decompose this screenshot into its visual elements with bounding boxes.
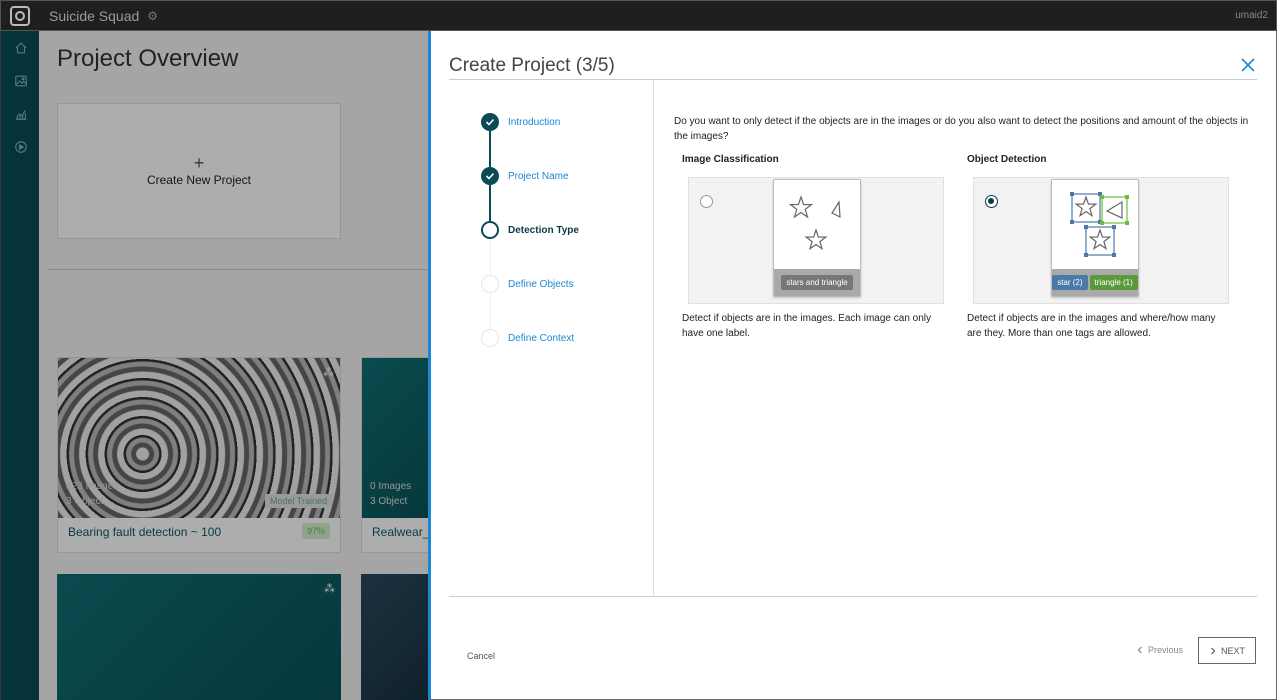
app-title: Suicide Squad — [49, 7, 140, 24]
app-logo-icon[interactable] — [10, 5, 30, 26]
previous-button[interactable]: Previous — [1136, 645, 1183, 655]
chevron-right-icon — [1211, 647, 1216, 654]
step-define-objects[interactable]: Define Objects — [481, 275, 574, 293]
object-detection-option[interactable]: star (2) triangle (1) — [973, 177, 1229, 304]
step-detection-type[interactable]: Detection Type — [481, 221, 579, 239]
dialog-title: Create Project (3/5) — [449, 55, 615, 76]
image-classification-option[interactable]: stars and triangle — [688, 177, 944, 304]
next-label: NEXT — [1220, 645, 1245, 656]
step-connector — [489, 185, 491, 221]
cancel-button[interactable]: Cancel — [467, 651, 495, 661]
step-define-context[interactable]: Define Context — [481, 329, 574, 347]
star-icon — [1074, 195, 1098, 218]
example-thumbnail: stars and triangle — [773, 179, 861, 297]
top-bar: Suicide Squad ⚙ umaid2 — [0, 0, 1277, 31]
radio-button[interactable] — [700, 195, 713, 208]
modal-backdrop[interactable] — [0, 31, 428, 700]
step-connector — [489, 131, 491, 167]
pending-step-indicator — [481, 329, 499, 347]
tag-label: stars and triangle — [781, 275, 853, 290]
triangle-icon — [831, 200, 841, 219]
step-label: Project Name — [508, 170, 569, 182]
step-project-name[interactable]: Project Name — [481, 167, 569, 185]
step-connector — [490, 293, 491, 329]
divider — [449, 79, 1257, 80]
example-thumbnail: star (2) triangle (1) — [1051, 179, 1139, 297]
star-icon — [804, 228, 828, 251]
check-icon — [481, 167, 499, 185]
tag-row: stars and triangle — [774, 269, 860, 296]
current-step-indicator — [481, 221, 499, 239]
step-label: Detection Type — [508, 224, 579, 236]
chevron-left-icon — [1137, 646, 1142, 654]
check-icon — [481, 113, 499, 131]
star-icon — [788, 195, 814, 219]
pending-step-indicator — [481, 275, 499, 293]
step-introduction[interactable]: Introduction — [481, 113, 560, 131]
triangle-icon — [1105, 200, 1123, 219]
option-title: Image Classification — [682, 154, 779, 165]
step-connector — [490, 239, 491, 275]
tag-label: triangle (1) — [1089, 275, 1138, 290]
close-icon[interactable] — [1240, 57, 1256, 73]
option-description: Detect if objects are in the images. Eac… — [682, 313, 932, 339]
next-button[interactable]: NEXT — [1198, 637, 1256, 664]
step-label: Introduction — [508, 116, 561, 128]
star-icon — [1088, 228, 1112, 251]
option-title: Object Detection — [967, 154, 1047, 165]
question-text: Do you want to only detect if the object… — [674, 116, 1249, 142]
tag-row: star (2) triangle (1) — [1052, 269, 1138, 296]
previous-label: Previous — [1148, 645, 1184, 655]
user-name[interactable]: umaid2 — [1235, 10, 1268, 21]
option-description: Detect if objects are in the images and … — [967, 313, 1216, 339]
gear-icon[interactable]: ⚙ — [147, 9, 158, 23]
divider — [449, 596, 1257, 597]
create-project-dialog: Create Project (3/5) Introduction Projec… — [428, 31, 1277, 700]
step-label: Define Context — [508, 332, 575, 344]
step-label: Define Objects — [508, 278, 574, 290]
divider — [653, 80, 654, 596]
tag-label: star (2) — [1052, 275, 1088, 290]
radio-button-selected[interactable] — [985, 195, 998, 208]
